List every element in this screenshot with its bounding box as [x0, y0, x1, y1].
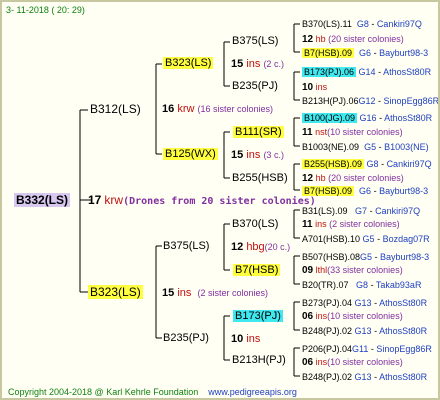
gen4-row-14[interactable]: B248(PJ).02 G13 - AthosSt80R	[302, 325, 427, 338]
gen3-c1-node[interactable]: B370(LS)	[232, 218, 278, 231]
gen4-row-6[interactable]: B1003(NE).09 G5 - B1003(NE)	[302, 141, 429, 154]
gen4-row-16[interactable]: B248(PJ).02 G13 - AthosSt80R	[302, 371, 427, 384]
gen3-a1-info: 12 hb (20 sister colonies)	[302, 34, 404, 45]
gen3-d2-node[interactable]: B213H(PJ)	[232, 354, 286, 367]
gen3-a2-node[interactable]: B235(PJ)	[232, 80, 278, 93]
gen4-row-8[interactable]: B7(HSB).09 G6 - Bayburt98-3	[302, 185, 428, 198]
gen2-fm-node[interactable]: B125(WX)	[163, 148, 218, 161]
gen4-row-12[interactable]: B20(TR).07 G8 - Takab93aR	[302, 279, 421, 292]
date-stamp: 3- 11-2018 ( 20: 29)	[6, 5, 85, 15]
gen2-mm-node[interactable]: B235(PJ)	[163, 332, 209, 345]
gen4-row-13[interactable]: B273(PJ).04 G13 - AthosSt80R	[302, 297, 427, 310]
gen2-mm-info: 10 ins	[231, 333, 261, 345]
father-info: 16 krw (16 sister colonies)	[162, 103, 274, 115]
mother-name: B323(LS)	[88, 285, 143, 299]
gen4-row-7[interactable]: B255(HSB).09 G8 - Cankiri97Q	[302, 158, 432, 171]
father-name: B312(LS)	[90, 102, 141, 116]
gen3-b2-node[interactable]: B255(HSB)	[232, 172, 288, 185]
gen3-b1-node[interactable]: B111(SR)	[233, 126, 284, 139]
pedigree-page: 3- 11-2018 ( 20: 29) B332(LS) 17 krw(Dro…	[0, 0, 440, 400]
father-node[interactable]: B312(LS)	[90, 103, 141, 116]
gen4-row-4[interactable]: B213H(PJ).06G12 - SinopEgg86R	[302, 95, 438, 108]
gen4-row-5[interactable]: B100(JG).09 G16 - AthosSt80R	[302, 112, 432, 125]
copyright: Copyright 2004-2018 @ Karl Kehrle Founda…	[8, 387, 199, 397]
root-node[interactable]: B332(LS)	[14, 193, 71, 207]
gen4-row-1[interactable]: B370(LS).11 G8 - Cankiri97Q	[302, 18, 422, 31]
gen3-a1-node[interactable]: B375(LS)	[232, 35, 278, 48]
gen3-c2-node[interactable]: B7(HSB)	[233, 264, 281, 277]
root-drones: (Drones from 20 sister colonies)	[123, 196, 316, 207]
mother-node[interactable]: B323(LS)	[88, 285, 143, 299]
gen2-ff-node[interactable]: B323(LS)	[163, 57, 214, 70]
gen2-mf-node[interactable]: B375(LS)	[163, 240, 209, 253]
gen4-row-9[interactable]: B31(LS).09 G7 - Cankiri97Q	[302, 205, 420, 218]
gen3-c2-info: 09 lthl(33 sister colonies)	[302, 265, 403, 276]
gen3-d1-info: 06 ins(10 sister colonies)	[302, 311, 403, 322]
root-name: B332(LS)	[14, 193, 71, 207]
gen2-fm-info: 15 ins (3 c.)	[231, 149, 284, 161]
gen4-row-11[interactable]: B507(HSB).08G5 - Bayburt98-3	[302, 251, 429, 264]
gen3-d2-info: 06 ins(10 sister colonies)	[302, 357, 403, 368]
gen3-a2-info: 10 ins	[302, 82, 328, 93]
gen3-c1-info: 11 ins (2 sister colonies)	[302, 219, 400, 230]
gen4-row-10[interactable]: A701(HSB).10 G5 - Bozdag07R	[302, 233, 430, 246]
mother-info: 15 ins (2 sister colonies)	[162, 287, 269, 299]
gen4-row-15[interactable]: P206(PJ).04G11 - SinopEgg86R	[302, 343, 432, 356]
gen2-mf-info: 12 hbg(20 c.)	[231, 241, 291, 253]
gen4-row-3[interactable]: B173(PJ).06 G14 - AthosSt80R	[302, 66, 431, 79]
gen4-row-2[interactable]: B7(HSB).09 G6 - Bayburt98-3	[302, 47, 428, 60]
gen3-b1-info: 11 nst(10 sister colonies)	[302, 127, 403, 138]
site-link[interactable]: www.pedigreeapis.org	[208, 387, 297, 397]
gen3-b2-info: 12 hb (20 sister colonies)	[302, 173, 404, 184]
root-info: 17 krw(Drones from 20 sister colonies)	[88, 193, 316, 208]
gen3-d1-node[interactable]: B173(PJ)	[233, 310, 283, 323]
gen2-ff-info: 15 ins (2 c.)	[231, 58, 284, 70]
footer: Copyright 2004-2018 @ Karl Kehrle Founda…	[8, 386, 297, 398]
